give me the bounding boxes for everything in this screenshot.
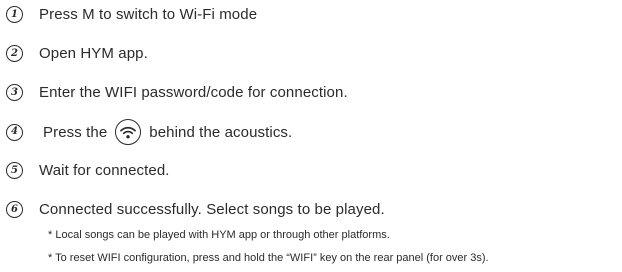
step-number-badge: 4	[6, 123, 23, 141]
step-text: Wait for connected.	[39, 162, 170, 179]
wifi-icon	[115, 119, 142, 145]
step-2: 2 Open HYM app.	[6, 45, 148, 62]
step-6: 6 Connected successfully. Select songs t…	[6, 201, 385, 218]
step-text: Open HYM app.	[39, 45, 148, 62]
step-text: Press the behind the acoustics.	[43, 119, 292, 145]
note-local-songs: * Local songs can be played with HYM app…	[48, 229, 390, 241]
step-number-badge: 1	[6, 6, 23, 23]
step-3: 3 Enter the WIFI password/code for conne…	[6, 84, 348, 101]
step-number-badge: 6	[6, 201, 23, 218]
step-text: Press M to switch to Wi-Fi mode	[39, 6, 258, 23]
step-number-badge: 5	[6, 162, 23, 179]
step-number-badge: 3	[6, 84, 23, 101]
step-1: 1 Press M to switch to Wi-Fi mode	[6, 6, 257, 23]
step-text: Enter the WIFI password/code for connect…	[39, 84, 348, 101]
step-4: 4 Press the behind the acoustics.	[6, 119, 292, 145]
step-text: Connected successfully. Select songs to …	[39, 201, 385, 218]
step-text-after: behind the acoustics.	[149, 123, 293, 141]
step-number-badge: 2	[6, 45, 23, 62]
step-text-before: Press the	[43, 123, 108, 141]
note-reset-wifi: * To reset WIFI configuration, press and…	[48, 252, 489, 264]
step-5: 5 Wait for connected.	[6, 162, 170, 179]
